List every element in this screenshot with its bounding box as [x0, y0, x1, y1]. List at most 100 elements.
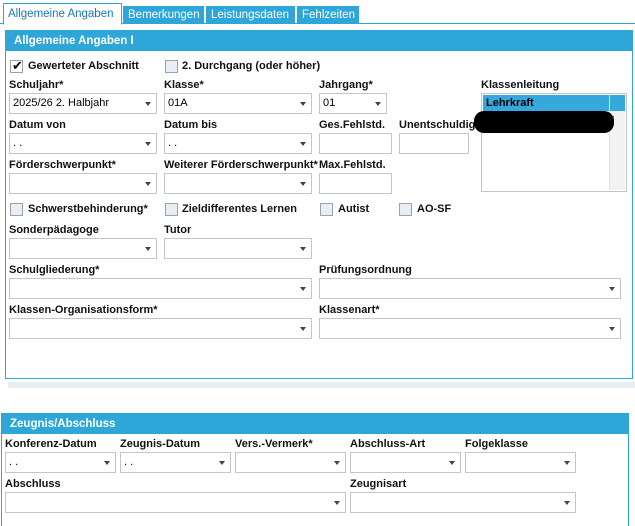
chevron-down-icon [609, 327, 615, 331]
klasse-label: Klasse* [164, 79, 204, 91]
schwerstbehinderung-checkbox[interactable] [10, 203, 23, 216]
foerderschwerpunkt-select[interactable] [9, 173, 157, 194]
max-fehlstd-input[interactable] [319, 173, 392, 194]
datum-bis-label: Datum bis [164, 119, 218, 131]
klassenleitung-list[interactable]: Lehrkraft i [481, 93, 627, 192]
gewerteter-abschnitt-checkbox[interactable]: ✔ [10, 58, 23, 73]
ges-fehlstd-input[interactable] [319, 133, 392, 154]
max-fehlstd-label: Max.Fehlstd. [319, 159, 386, 171]
datum-bis-value: . . [168, 137, 178, 149]
abschluss-select[interactable] [5, 492, 346, 513]
chevron-down-icon [145, 102, 151, 106]
tab-fehlzeiten[interactable]: Fehlzeiten [297, 6, 359, 24]
lehrkraft-column-header: Lehrkraft [483, 95, 609, 111]
ges-fehlstd-label: Ges.Fehlstd. [319, 119, 386, 131]
chevron-down-icon [375, 102, 381, 106]
chevron-down-icon [104, 461, 110, 465]
chevron-down-icon [564, 501, 570, 505]
zweiter-durchgang-checkbox[interactable] [165, 60, 178, 73]
klassenart-select[interactable] [319, 318, 621, 339]
chevron-down-icon [145, 182, 151, 186]
tutor-label: Tutor [164, 224, 192, 236]
chevron-down-icon [449, 461, 455, 465]
tab-allgemeine-angaben[interactable]: Allgemeine Angaben [3, 3, 122, 25]
organisationsform-label: Klassen-Organisationsform* [9, 304, 158, 316]
chevron-down-icon [219, 461, 225, 465]
chevron-down-icon [609, 287, 615, 291]
schuljahr-value: 2025/26 2. Halbjahr [13, 97, 110, 109]
autist-checkbox[interactable] [320, 203, 333, 216]
pruefungsordnung-select[interactable] [319, 278, 621, 299]
chevron-down-icon [300, 327, 306, 331]
weiterer-foerderschwerpunkt-label: Weiterer Förderschwerpunkt* [164, 159, 318, 171]
redacted-text [474, 111, 614, 133]
klassenart-label: Klassenart* [319, 304, 380, 316]
zeugnis-panel-title: Zeugnis/Abschluss [2, 414, 628, 434]
unentschuldigt-input[interactable] [399, 133, 469, 154]
jahrgang-label: Jahrgang* [319, 79, 373, 91]
ao-sf-label: AO-SF [417, 203, 452, 215]
panel-shadow [8, 382, 635, 388]
vers-vermerk-label: Vers.-Vermerk* [235, 438, 313, 450]
chevron-down-icon [564, 461, 570, 465]
chevron-down-icon [300, 182, 306, 186]
abschluss-label: Abschluss [5, 478, 61, 490]
chevron-down-icon [300, 287, 306, 291]
chevron-down-icon [334, 461, 340, 465]
unentschuldigt-label: Unentschuldig [399, 119, 476, 131]
scrollbar-thumb[interactable] [610, 95, 625, 111]
abschluss-art-label: Abschluss-Art [350, 438, 426, 450]
jahrgang-value: 01 [323, 97, 336, 109]
zweiter-durchgang-label: 2. Durchgang (oder höher) [182, 60, 321, 72]
folgeklasse-select[interactable] [465, 452, 576, 473]
schwerstbehinderung-label: Schwerstbehinderung* [28, 203, 148, 215]
konferenz-datum-label: Konferenz-Datum [5, 438, 97, 450]
schuljahr-select[interactable]: 2025/26 2. Halbjahr [9, 93, 157, 114]
zeugnisart-label: Zeugnisart [350, 478, 407, 490]
datum-von-select[interactable]: . . [9, 133, 157, 154]
datum-von-value: . . [13, 137, 23, 149]
klassenleitung-label: Klassenleitung [481, 79, 560, 91]
chevron-down-icon [300, 247, 306, 251]
schulgliederung-select[interactable] [9, 278, 312, 299]
chevron-down-icon [145, 247, 151, 251]
schulgliederung-label: Schulgliederung* [9, 264, 100, 276]
tab-leistungsdaten[interactable]: Leistungsdaten [206, 6, 295, 24]
organisationsform-select[interactable] [9, 318, 312, 339]
jahrgang-select[interactable]: 01 [319, 93, 387, 114]
zeugnisart-select[interactable] [350, 492, 576, 513]
zieldifferentes-lernen-label: Zieldifferentes Lernen [182, 203, 297, 215]
tab-strip: Allgemeine Angaben Bemerkungen Leistungs… [0, 0, 635, 25]
zieldifferentes-lernen-checkbox[interactable] [165, 203, 178, 216]
klasse-select[interactable]: 01A [164, 93, 312, 114]
tab-bemerkungen[interactable]: Bemerkungen [123, 6, 204, 24]
sonderpaedagoge-select[interactable] [9, 238, 157, 259]
zeugnis-datum-select[interactable]: . . [120, 452, 231, 473]
tutor-select[interactable] [164, 238, 312, 259]
klassenleitung-scrollbar[interactable] [609, 95, 625, 190]
abschluss-art-select[interactable] [350, 452, 461, 473]
klasse-value: 01A [168, 97, 188, 109]
zeugnis-datum-label: Zeugnis-Datum [120, 438, 201, 450]
ao-sf-checkbox[interactable] [399, 203, 412, 216]
chevron-down-icon [300, 102, 306, 106]
schuljahr-label: Schuljahr* [9, 79, 64, 91]
general-panel-title: Allgemeine Angaben I [6, 31, 632, 51]
foerderschwerpunkt-label: Förderschwerpunkt* [9, 159, 116, 171]
datum-bis-select[interactable]: . . [164, 133, 312, 154]
gewerteter-abschnitt-label: Gewerteter Abschnitt [28, 60, 139, 72]
chevron-down-icon [145, 142, 151, 146]
checkmark-icon: ✔ [12, 58, 23, 73]
zeugnis-datum-value: . . [124, 456, 134, 468]
weiterer-foerderschwerpunkt-select[interactable] [164, 173, 312, 194]
konferenz-datum-value: . . [9, 456, 19, 468]
datum-von-label: Datum von [9, 119, 66, 131]
konferenz-datum-select[interactable]: . . [5, 452, 116, 473]
folgeklasse-label: Folgeklasse [465, 438, 528, 450]
chevron-down-icon [300, 142, 306, 146]
sonderpaedagoge-label: Sonderpädagoge [9, 224, 99, 236]
chevron-down-icon [334, 501, 340, 505]
pruefungsordnung-label: Prüfungsordnung [319, 264, 412, 276]
vers-vermerk-select[interactable] [235, 452, 346, 473]
autist-label: Autist [338, 203, 370, 215]
